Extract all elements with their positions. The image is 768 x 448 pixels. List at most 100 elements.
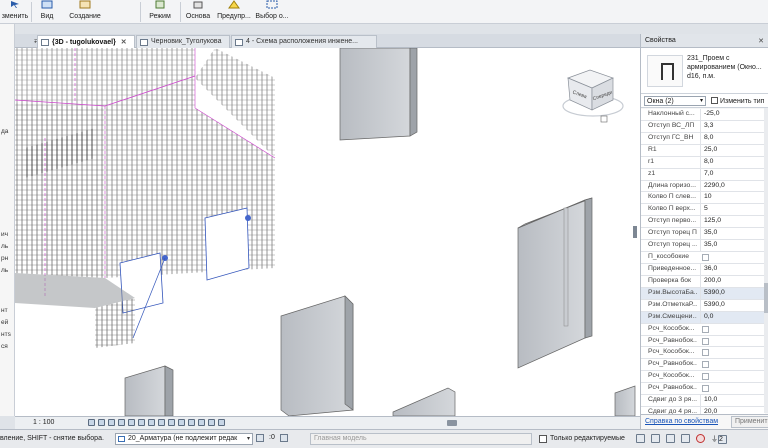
viewport-hscroll-thumb[interactable] xyxy=(447,420,457,426)
sun-path-icon[interactable] xyxy=(108,419,115,426)
property-value[interactable]: 2290,0 xyxy=(700,180,765,192)
property-value[interactable]: 8,0 xyxy=(700,132,765,144)
property-value[interactable]: 35,0 xyxy=(700,240,765,252)
property-row[interactable]: Рзм.ОтметкаР... 5390,0 xyxy=(641,299,765,312)
modify-button[interactable]: зменить xyxy=(0,0,30,24)
3d-model-canvas[interactable]: Слева Спереди xyxy=(15,48,640,416)
property-checkbox[interactable] xyxy=(702,373,709,381)
property-row[interactable]: Наклонный с... -25,0 xyxy=(641,109,765,121)
project-browser-strip[interactable]: да ич ль рн ль нт ей нтs ся xyxy=(0,24,15,416)
show-crop-icon[interactable] xyxy=(148,419,155,426)
property-row[interactable]: Длина горизо... 2290,0 xyxy=(641,180,765,193)
visual-style-icon[interactable] xyxy=(98,419,105,426)
close-icon[interactable]: ✕ xyxy=(758,37,764,45)
temp-hide-icon[interactable] xyxy=(168,419,175,426)
property-row[interactable]: z1 7,0 xyxy=(641,168,765,181)
property-row[interactable]: Отступ ГС_ВН 8,0 xyxy=(641,132,765,145)
property-value[interactable]: 125,0 xyxy=(700,216,765,228)
view-button[interactable]: Вид xyxy=(35,0,59,24)
property-checkbox[interactable] xyxy=(702,325,709,333)
property-value[interactable]: 5390,0 xyxy=(700,299,765,311)
property-row[interactable]: Отступ торец ... 35,0 xyxy=(641,240,765,253)
viewcube-home-icon[interactable] xyxy=(600,115,608,123)
property-value[interactable]: 0,0 xyxy=(700,311,765,323)
property-row[interactable]: Рсч_Кособок... xyxy=(641,347,765,360)
select-pinned-icon[interactable] xyxy=(666,434,675,443)
worksharing-display-icon[interactable] xyxy=(188,419,195,426)
property-checkbox[interactable] xyxy=(702,349,709,357)
3d-viewport[interactable]: Слева Спереди xyxy=(15,48,640,416)
select-by-face-icon[interactable] xyxy=(681,434,690,443)
lock-3d-icon[interactable] xyxy=(158,419,165,426)
properties-scroll-thumb[interactable] xyxy=(764,283,768,313)
wall-block-bottom-left[interactable] xyxy=(124,365,174,416)
property-row[interactable]: Рсч_Равнобок... xyxy=(641,359,765,372)
property-value[interactable]: 8,0 xyxy=(700,156,765,168)
render-icon[interactable] xyxy=(128,419,135,426)
property-value[interactable]: 35,0 xyxy=(700,228,765,240)
property-checkbox[interactable] xyxy=(702,254,709,262)
viewport-scroll-thumb[interactable] xyxy=(633,226,637,238)
property-row[interactable]: Сдвиг до 3 ря... 10,0 xyxy=(641,395,765,408)
property-checkbox[interactable] xyxy=(702,385,709,393)
property-value[interactable]: 200,0 xyxy=(700,275,765,287)
property-row[interactable]: Колво П верх... 5 xyxy=(641,204,765,217)
property-row[interactable]: Отступ перво... 125,0 xyxy=(641,216,765,229)
editable-worksets-icon[interactable] xyxy=(256,434,264,442)
mode-button[interactable]: Режим xyxy=(145,0,175,24)
properties-help-link[interactable]: Справка по свойствам xyxy=(645,418,718,425)
tab-layout-scheme[interactable]: 4 - Схема расположения инжене... xyxy=(231,35,377,48)
design-options-icon[interactable] xyxy=(279,434,288,442)
property-checkbox[interactable] xyxy=(702,361,709,369)
reveal-hidden-icon[interactable] xyxy=(178,419,185,426)
tab-3d-view[interactable]: {3D - tugolukovael} ✕ xyxy=(37,35,135,48)
property-value[interactable]: 36,0 xyxy=(700,263,765,275)
detail-level-icon[interactable] xyxy=(88,419,95,426)
property-value[interactable]: -25,0 xyxy=(700,109,765,120)
property-row[interactable]: Проверка бок 200,0 xyxy=(641,275,765,288)
workset-select[interactable]: 20_Арматура (не подлежит редак ▾ xyxy=(115,433,253,445)
shadows-icon[interactable] xyxy=(118,419,125,426)
filter-icon[interactable]: ⏚2 xyxy=(711,434,727,444)
property-row[interactable]: Отступ ВС_ЛП 3,3 xyxy=(641,120,765,133)
property-row[interactable]: r1 8,0 xyxy=(641,156,765,169)
close-icon[interactable]: ✕ xyxy=(121,39,127,46)
view-cube[interactable]: Слева Спереди xyxy=(562,69,624,123)
property-value[interactable]: 10,0 xyxy=(700,395,765,407)
select-button[interactable]: Выбор о... xyxy=(254,0,290,24)
analytical-model-icon[interactable] xyxy=(198,419,205,426)
property-checkbox[interactable] xyxy=(702,337,709,345)
reveal-constraints-icon[interactable] xyxy=(218,419,225,426)
wall-block-bottom-right[interactable] xyxy=(392,387,456,416)
instance-filter-select[interactable]: Окна (2) ▾ xyxy=(644,96,706,106)
wall-block-center[interactable] xyxy=(280,295,354,416)
property-row[interactable]: Рзм.Смещени... 0,0 xyxy=(641,311,765,324)
property-value[interactable]: 25,0 xyxy=(700,144,765,156)
wall-block-edge[interactable] xyxy=(614,385,636,416)
apply-button[interactable]: Применить xyxy=(731,416,768,428)
rebar-cage[interactable] xyxy=(15,48,276,348)
property-row[interactable]: Рзм.ВысотаБа... 5390,0 xyxy=(641,287,765,300)
warnings-button[interactable]: Предупр... xyxy=(216,0,252,24)
property-row[interactable]: Отступ торец П 35,0 xyxy=(641,228,765,241)
tab-draft[interactable]: Черновик_Туголукова xyxy=(136,35,230,48)
create-button[interactable]: Создание xyxy=(64,0,106,24)
property-value[interactable]: 5 xyxy=(700,204,765,216)
property-value[interactable]: 5390,0 xyxy=(700,287,765,299)
type-selector[interactable]: 231_Проем с армированием (Окно... d16, п… xyxy=(641,48,768,94)
select-underlay-icon[interactable] xyxy=(651,434,660,443)
property-row[interactable]: R1 25,0 xyxy=(641,144,765,157)
host-button[interactable]: Основа xyxy=(182,0,214,24)
property-row[interactable]: Приведенное... 36,0 xyxy=(641,263,765,276)
wall-block-right[interactable] xyxy=(517,197,593,369)
property-row[interactable]: Рсч_Равнобок... xyxy=(641,383,765,396)
drag-elements-icon[interactable] xyxy=(696,434,705,443)
property-row[interactable]: П_кособокие xyxy=(641,252,765,264)
select-links-icon[interactable] xyxy=(636,434,645,443)
property-value[interactable]: 3,3 xyxy=(700,120,765,132)
property-value[interactable]: 10 xyxy=(700,192,765,204)
property-row[interactable]: Рсч_Кособок... xyxy=(641,371,765,384)
wall-block-top[interactable] xyxy=(339,48,418,141)
edit-type-button[interactable]: Изменить тип xyxy=(711,97,764,105)
properties-scrollbar[interactable] xyxy=(764,108,768,413)
